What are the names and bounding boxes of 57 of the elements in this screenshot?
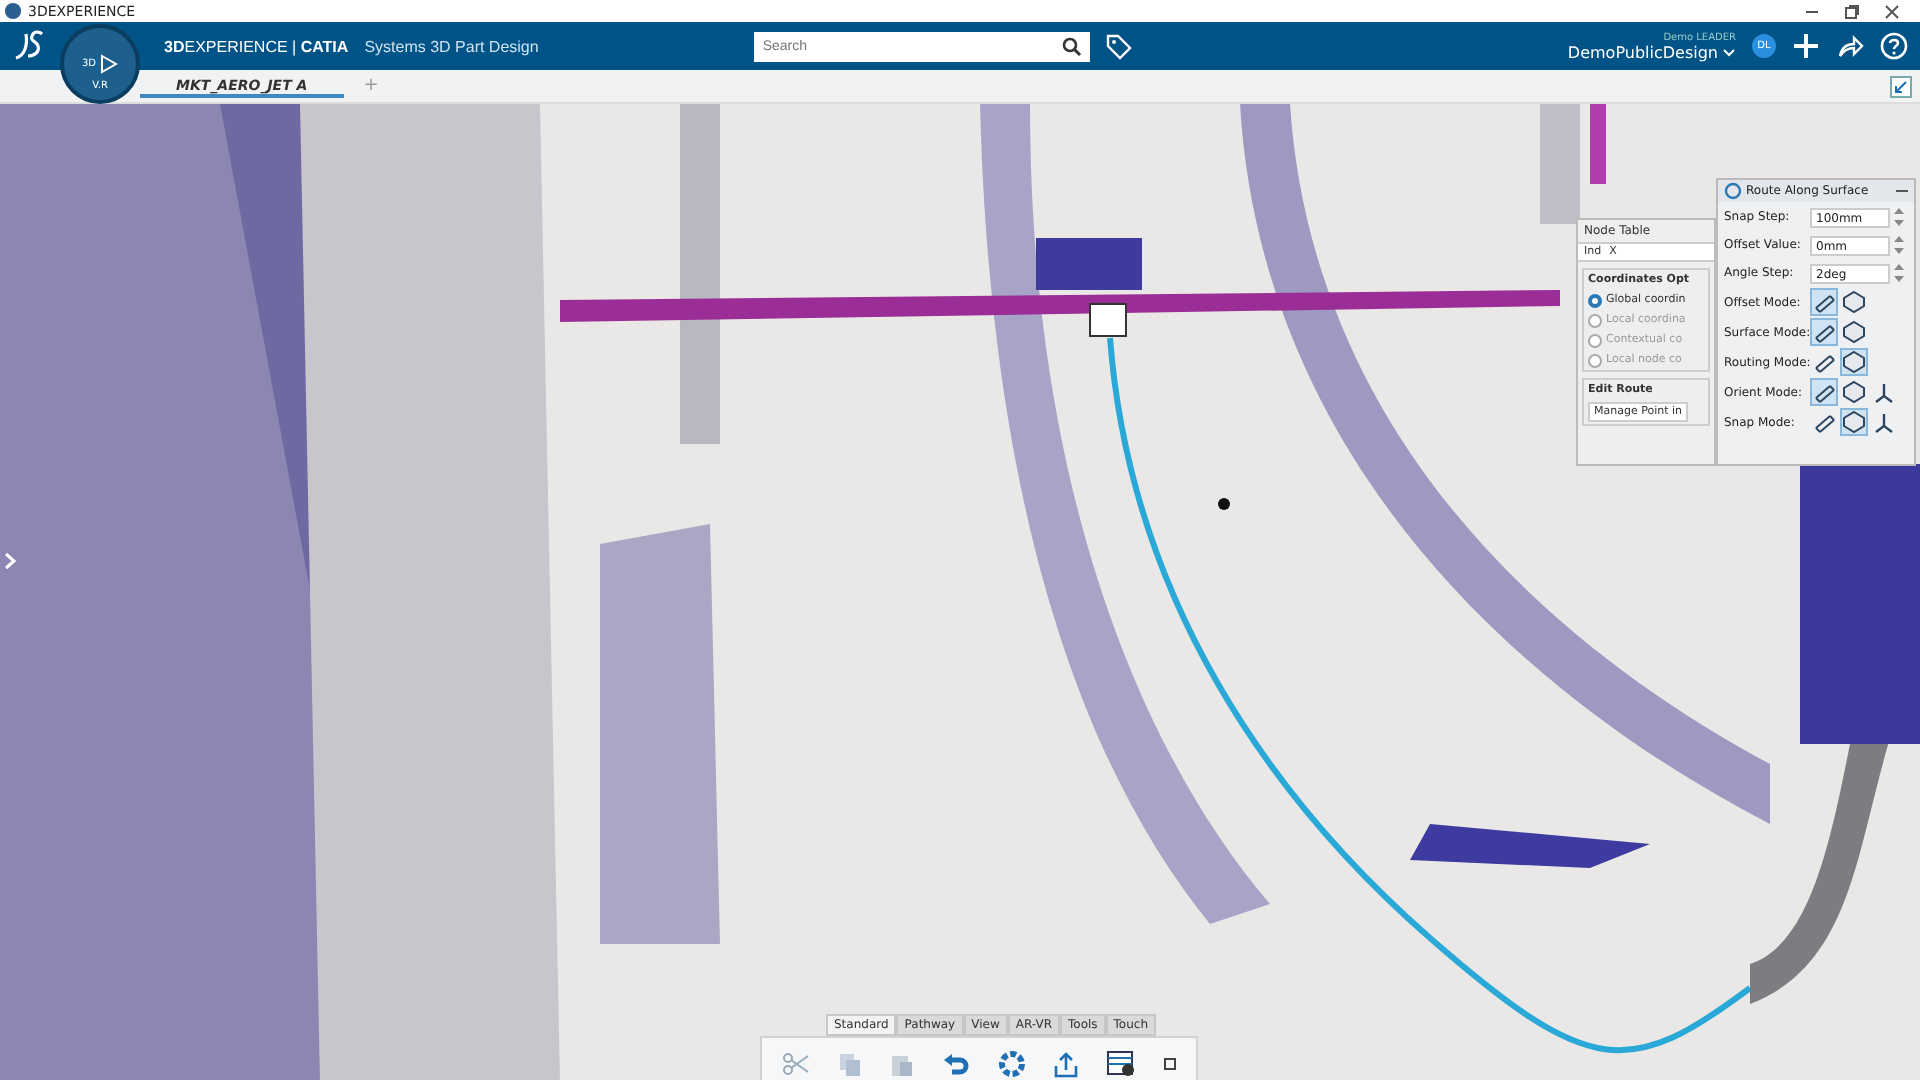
cylinder-icon xyxy=(1812,410,1836,434)
app-icon xyxy=(4,2,22,20)
cube-icon xyxy=(1842,380,1866,404)
export-icon[interactable] xyxy=(1054,1051,1078,1077)
undo-icon[interactable] xyxy=(942,1052,970,1076)
collapse-icon[interactable] xyxy=(1890,75,1912,97)
minimize-icon[interactable] xyxy=(1896,188,1908,194)
mode-button[interactable] xyxy=(1810,318,1838,346)
route-node xyxy=(1089,303,1127,337)
logo-icon xyxy=(12,30,48,62)
cube-icon xyxy=(1842,290,1866,314)
plus-icon[interactable] xyxy=(1792,32,1820,60)
cube-icon xyxy=(1842,410,1866,434)
mode-button[interactable] xyxy=(1840,348,1868,376)
close-icon[interactable] xyxy=(1884,3,1900,19)
table-icon[interactable] xyxy=(1106,1050,1136,1078)
axes-icon xyxy=(1872,380,1896,404)
bracket-block xyxy=(1036,238,1142,290)
spinner-icon[interactable] xyxy=(1892,234,1906,256)
spinner-icon[interactable] xyxy=(1892,262,1906,284)
spinner-icon[interactable] xyxy=(1892,206,1906,228)
radio-button[interactable] xyxy=(1588,313,1602,327)
radio-button[interactable] xyxy=(1588,293,1602,307)
mode-button[interactable] xyxy=(1840,318,1868,346)
vertical-tube xyxy=(1590,104,1606,184)
mode-button[interactable] xyxy=(1810,288,1838,316)
search-icon[interactable] xyxy=(1054,31,1091,61)
tag-icon[interactable] xyxy=(1106,33,1133,59)
axes-icon xyxy=(1872,410,1896,434)
app-name: Systems 3D Part Design xyxy=(364,37,539,55)
space-dropdown[interactable]: DemoPublicDesign xyxy=(1567,43,1736,61)
cube-icon xyxy=(1842,350,1866,374)
help-icon[interactable] xyxy=(1880,32,1908,60)
restore-icon[interactable] xyxy=(1844,3,1860,19)
point-marker xyxy=(1218,498,1230,510)
brand-title: 3DEXPERIENCE | CATIA xyxy=(164,37,349,55)
mode-button[interactable] xyxy=(1840,288,1868,316)
chevron-right-icon[interactable] xyxy=(4,552,16,570)
gear-icon[interactable] xyxy=(998,1050,1026,1078)
mode-button[interactable] xyxy=(1840,408,1868,436)
radio-button[interactable] xyxy=(1588,333,1602,347)
cylinder-icon xyxy=(1812,320,1836,344)
cylinder-icon xyxy=(1812,380,1836,404)
mode-button[interactable] xyxy=(1870,378,1898,406)
play-icon xyxy=(98,54,119,74)
frame-post xyxy=(1540,104,1580,224)
share-icon[interactable] xyxy=(1836,32,1864,60)
radio-button[interactable] xyxy=(1588,353,1602,367)
mode-button[interactable] xyxy=(1840,378,1868,406)
mode-button[interactable] xyxy=(1810,378,1838,406)
mode-button[interactable] xyxy=(1870,408,1898,436)
cube-icon xyxy=(1842,320,1866,344)
cylinder-icon xyxy=(1812,350,1836,374)
chevron-down-icon xyxy=(1722,47,1736,57)
square-icon[interactable] xyxy=(1164,1058,1176,1070)
cylinder-icon xyxy=(1812,290,1836,314)
route-icon xyxy=(1724,182,1742,200)
